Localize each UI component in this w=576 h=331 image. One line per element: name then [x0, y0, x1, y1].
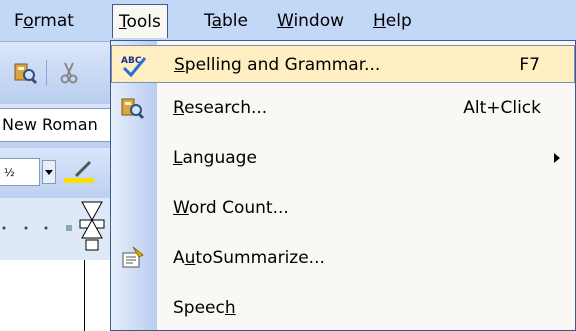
label-accel: W — [173, 198, 189, 218]
menu-window[interactable]: Window — [271, 4, 350, 38]
spelling-abc-icon: ABC — [120, 52, 147, 78]
menu-item-spelling-grammar-label: Spelling and Grammar... — [174, 46, 380, 84]
research-toolbar-icon[interactable] — [12, 60, 38, 86]
menu-format[interactable]: Format — [8, 4, 80, 38]
menu-tools[interactable]: Tools — [112, 4, 168, 38]
menu-help-accel: H — [373, 11, 386, 31]
menu-table[interactable]: Table — [198, 4, 254, 38]
document-page[interactable] — [0, 260, 122, 331]
dropdown-chevron-icon[interactable] — [42, 160, 56, 184]
menu-item-word-count-label: Word Count... — [173, 189, 289, 227]
menu-item-autosummarize-label: AutoSummarize... — [173, 239, 325, 277]
menu-format-label-pre: F — [14, 11, 24, 31]
label-post: toSummarize... — [195, 248, 325, 268]
autosummarize-icon — [119, 245, 145, 271]
menu-item-research-label: Research... — [173, 89, 267, 127]
toolbar-separator — [46, 60, 47, 86]
shortcut-f7: F7 — [519, 55, 540, 75]
menu-help-label-post: elp — [385, 11, 412, 31]
ruler-ticks — [2, 201, 105, 251]
menu-table-accel: a — [211, 11, 222, 31]
label-accel: S — [174, 55, 185, 75]
research-book-icon — [119, 95, 145, 121]
menu-table-label-post: ble — [222, 11, 248, 31]
label-pre: Speec — [173, 298, 225, 318]
menu-format-accel: o — [23, 11, 34, 31]
label-pre: A — [173, 248, 185, 268]
menu-item-spelling-grammar[interactable]: ABC Spelling and Grammar... F7 — [111, 45, 575, 83]
drawing-toolbar: ½ — [0, 148, 122, 198]
menu-tools-label-post: ools — [126, 12, 161, 32]
menu-item-speech[interactable]: Speech — [111, 289, 575, 327]
menu-item-language-label: Language — [173, 139, 257, 177]
margin-line — [84, 260, 85, 331]
horizontal-ruler — [0, 198, 122, 260]
menu-tools-accel: T — [119, 12, 127, 32]
menu-format-label-post: rmat — [33, 11, 74, 31]
label-post: ord Count... — [188, 198, 289, 218]
font-name-value: New Roman — [2, 115, 98, 134]
menu-item-language[interactable]: Language — [111, 139, 575, 177]
label-accel: u — [184, 248, 196, 268]
font-name-box[interactable]: New Roman — [0, 108, 112, 142]
svg-text:½: ½ — [4, 166, 15, 179]
label-post: esearch... — [184, 98, 268, 118]
submenu-arrow-icon — [553, 139, 561, 177]
menu-icon-gutter — [111, 41, 157, 330]
label-post: anguage — [182, 148, 257, 168]
label-accel: R — [173, 98, 185, 118]
cut-icon[interactable] — [56, 60, 82, 86]
label-accel: h — [224, 298, 236, 318]
menu-item-speech-label: Speech — [173, 289, 236, 327]
menu-item-research[interactable]: Research... Alt+Click — [111, 89, 575, 127]
highlight-pen-icon[interactable] — [62, 156, 96, 186]
menu-item-word-count[interactable]: Word Count... — [111, 189, 575, 227]
size-box[interactable]: ½ — [0, 158, 40, 186]
menu-window-label-post: indow — [293, 11, 345, 31]
tools-dropdown-menu: ABC Spelling and Grammar... F7 Research.… — [110, 40, 576, 331]
menu-bar: Format Tools Table Window Help — [0, 0, 576, 42]
standard-toolbar — [0, 42, 122, 105]
label-post: pelling and Grammar... — [184, 55, 381, 75]
menu-table-label-pre: T — [204, 11, 212, 31]
menu-item-autosummarize[interactable]: AutoSummarize... — [111, 239, 575, 277]
menu-help[interactable]: Help — [367, 4, 418, 38]
menu-window-accel: W — [277, 11, 294, 31]
shortcut-alt-click: Alt+Click — [463, 98, 541, 118]
